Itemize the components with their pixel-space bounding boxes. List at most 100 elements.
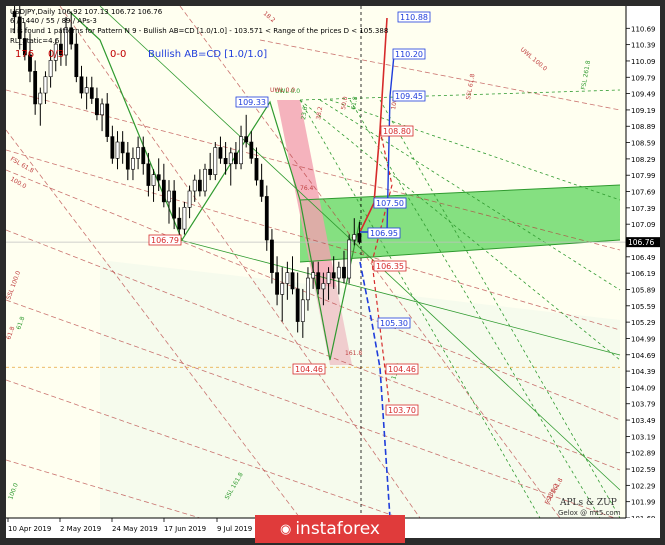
fib-label-2: UWL 0.0 — [270, 87, 295, 94]
candle-body-26 — [146, 163, 151, 186]
y-tick-label-14: 106.49 — [631, 254, 656, 262]
candle-body-32 — [177, 217, 182, 230]
price-label-8: 106.35 — [376, 262, 404, 271]
candle-body-16 — [95, 98, 99, 116]
y-tick-label-15: 106.19 — [631, 270, 656, 278]
price-label-0: 110.88 — [400, 13, 428, 22]
price-label-10: 104.46 — [295, 365, 323, 374]
header-line-2: 6 / 1440 / 55 / 89 / APs-3 — [10, 17, 97, 25]
candle-body-54 — [290, 272, 295, 290]
candle-body-37 — [203, 168, 207, 192]
price-label-12: 103.70 — [388, 406, 416, 415]
candle-body-38 — [208, 168, 213, 175]
candle-body-62 — [331, 272, 336, 279]
y-tick-label-23: 103.79 — [631, 401, 656, 409]
candle-body-58 — [311, 272, 316, 279]
y-tick-label-24: 103.49 — [631, 417, 656, 425]
candle-body-50 — [270, 239, 274, 273]
candle-body-63 — [336, 266, 341, 279]
y-tick-label-6: 108.89 — [631, 123, 656, 131]
candle-body-22 — [125, 152, 130, 170]
candle-body-52 — [280, 283, 285, 295]
candle-body-55 — [295, 288, 300, 322]
y-tick-label-20: 104.69 — [631, 352, 656, 360]
y-tick-label-5: 109.19 — [631, 107, 656, 115]
x-tick-label-1: 2 May 2019 — [60, 525, 101, 533]
candle-body-35 — [192, 179, 197, 192]
candle-body-27 — [151, 174, 156, 186]
x-tick-label-4: 9 Jul 2019 — [217, 525, 252, 533]
watermark-banner[interactable]: ◉ instaforex — [255, 515, 405, 543]
candle-body-28 — [156, 174, 161, 181]
candle-body-56 — [300, 299, 305, 322]
header-line-1: USDJPY,Daily 106.92 107.13 106.72 106.76 — [10, 8, 163, 16]
candle-body-65 — [347, 239, 352, 279]
price-label-2: 109.45 — [395, 92, 423, 101]
chart-canvas: 110.69 110.39 110.09 109.79 109.49 109.19 108.… — [5, 6, 660, 538]
candle-body-5 — [38, 92, 43, 105]
y-tick-label-28: 102.29 — [631, 482, 656, 490]
candle-body-49 — [264, 196, 269, 241]
candle-body-39 — [213, 147, 218, 175]
watermark-text: instaforex — [295, 519, 380, 539]
candle-body-41 — [223, 158, 228, 165]
price-label-1: 110.20 — [395, 50, 423, 59]
candle-body-21 — [120, 141, 125, 154]
candle-body-4 — [33, 70, 38, 105]
y-tick-label-0: 110.69 — [631, 25, 656, 33]
candle-body-33 — [182, 207, 187, 230]
candle-body-64 — [342, 266, 346, 279]
pattern-zero: 0-0 — [110, 49, 127, 60]
pattern-count: 176 — [15, 49, 35, 60]
candle-body-53 — [285, 272, 290, 284]
candle-body-6 — [43, 76, 48, 94]
price-label-5: 107.50 — [376, 199, 404, 208]
candle-body-59 — [316, 272, 321, 290]
x-tick-label-2: 24 May 2019 — [112, 525, 158, 533]
candle-body-14 — [84, 87, 89, 94]
y-tick-label-4: 109.49 — [631, 91, 656, 99]
candle-body-43 — [233, 152, 238, 165]
price-label-11: 104.46 — [388, 365, 416, 374]
candle-body-7 — [48, 60, 53, 78]
brand-line-1: APLs & ZUP — [560, 498, 617, 508]
y-tick-label-8: 108.29 — [631, 156, 656, 164]
candle-body-23 — [131, 158, 135, 170]
price-label-3: 109.33 — [238, 98, 266, 107]
y-tick-label-19: 104.99 — [631, 335, 656, 343]
header-line-4: RL_Static=4.6 — [10, 37, 60, 45]
x-tick-label-3: 17 Jun 2019 — [164, 525, 206, 533]
candle-body-25 — [141, 147, 146, 165]
candle-body-15 — [89, 87, 94, 99]
y-tick-label-7: 108.59 — [631, 140, 656, 148]
candle-body-48 — [259, 179, 264, 197]
candle-body-30 — [167, 190, 171, 203]
candle-body-18 — [105, 103, 110, 137]
y-tick-label-12: 107.09 — [631, 221, 656, 229]
y-tick-label-9: 107.99 — [631, 172, 656, 180]
y-tick-label-27: 102.59 — [631, 466, 656, 474]
candle-body-47 — [254, 158, 259, 181]
price-label-4: 108.80 — [383, 127, 411, 136]
y-tick-label-18: 105.29 — [631, 319, 656, 327]
candle-body-36 — [197, 179, 202, 192]
candle-body-61 — [326, 272, 331, 284]
y-tick-label-3: 109.79 — [631, 74, 656, 82]
pattern-ratio: 0/3 — [48, 49, 65, 60]
insta-icon: ◉ — [279, 521, 292, 537]
y-tick-label-26: 102.89 — [631, 450, 656, 458]
pattern-name: Bullish AB=CD [1.0/1.0] — [148, 49, 268, 60]
fib-label-17: 76.4 — [300, 185, 314, 192]
candle-body-19 — [110, 136, 115, 159]
y-tick-label-25: 103.19 — [631, 433, 656, 441]
candle-body-66 — [352, 234, 357, 241]
candle-body-13 — [79, 76, 84, 94]
candle-body-51 — [275, 272, 279, 295]
candle-body-31 — [172, 190, 177, 219]
candle-body-40 — [218, 147, 223, 159]
candle-body-57 — [306, 277, 310, 301]
price-label-6: 106.95 — [370, 229, 398, 238]
candle-body-46 — [249, 141, 254, 159]
y-tick-label-11: 107.39 — [631, 205, 656, 213]
brand-line-2: Gelox @ mt5.com — [558, 509, 621, 517]
